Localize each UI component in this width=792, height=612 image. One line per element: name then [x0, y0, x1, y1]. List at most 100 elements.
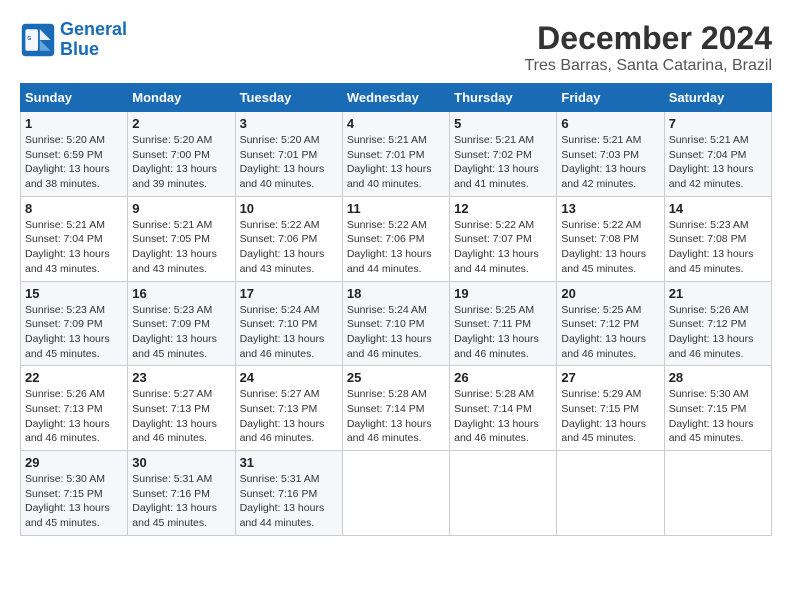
calendar-cell: 6 Sunrise: 5:21 AM Sunset: 7:03 PM Dayli…: [557, 112, 664, 197]
calendar-cell: 1 Sunrise: 5:20 AM Sunset: 6:59 PM Dayli…: [21, 112, 128, 197]
calendar-body: 1 Sunrise: 5:20 AM Sunset: 6:59 PM Dayli…: [21, 112, 772, 536]
day-detail: Sunrise: 5:23 AM Sunset: 7:09 PM Dayligh…: [132, 303, 230, 362]
calendar-week-row: 8 Sunrise: 5:21 AM Sunset: 7:04 PM Dayli…: [21, 196, 772, 281]
calendar-cell: 2 Sunrise: 5:20 AM Sunset: 7:00 PM Dayli…: [128, 112, 235, 197]
day-detail: Sunrise: 5:27 AM Sunset: 7:13 PM Dayligh…: [132, 387, 230, 446]
day-detail: Sunrise: 5:20 AM Sunset: 7:00 PM Dayligh…: [132, 133, 230, 192]
day-detail: Sunrise: 5:25 AM Sunset: 7:12 PM Dayligh…: [561, 303, 659, 362]
header-tuesday: Tuesday: [235, 84, 342, 112]
day-detail: Sunrise: 5:23 AM Sunset: 7:09 PM Dayligh…: [25, 303, 123, 362]
day-detail: Sunrise: 5:25 AM Sunset: 7:11 PM Dayligh…: [454, 303, 552, 362]
calendar-cell: 30 Sunrise: 5:31 AM Sunset: 7:16 PM Dayl…: [128, 451, 235, 536]
day-detail: Sunrise: 5:21 AM Sunset: 7:04 PM Dayligh…: [669, 133, 767, 192]
header-thursday: Thursday: [450, 84, 557, 112]
calendar-cell: 5 Sunrise: 5:21 AM Sunset: 7:02 PM Dayli…: [450, 112, 557, 197]
day-number: 4: [347, 116, 445, 131]
logo: G General Blue: [20, 20, 127, 60]
day-number: 27: [561, 370, 659, 385]
day-number: 6: [561, 116, 659, 131]
day-number: 19: [454, 286, 552, 301]
day-detail: Sunrise: 5:21 AM Sunset: 7:02 PM Dayligh…: [454, 133, 552, 192]
day-detail: Sunrise: 5:26 AM Sunset: 7:13 PM Dayligh…: [25, 387, 123, 446]
calendar-cell: 17 Sunrise: 5:24 AM Sunset: 7:10 PM Dayl…: [235, 281, 342, 366]
day-number: 15: [25, 286, 123, 301]
svg-text:G: G: [27, 36, 31, 42]
calendar-cell: 16 Sunrise: 5:23 AM Sunset: 7:09 PM Dayl…: [128, 281, 235, 366]
day-detail: Sunrise: 5:31 AM Sunset: 7:16 PM Dayligh…: [132, 472, 230, 531]
calendar-week-row: 1 Sunrise: 5:20 AM Sunset: 6:59 PM Dayli…: [21, 112, 772, 197]
calendar-cell: 26 Sunrise: 5:28 AM Sunset: 7:14 PM Dayl…: [450, 366, 557, 451]
day-detail: Sunrise: 5:23 AM Sunset: 7:08 PM Dayligh…: [669, 218, 767, 277]
day-number: 31: [240, 455, 338, 470]
day-number: 28: [669, 370, 767, 385]
calendar-cell: 14 Sunrise: 5:23 AM Sunset: 7:08 PM Dayl…: [664, 196, 771, 281]
calendar-cell: 23 Sunrise: 5:27 AM Sunset: 7:13 PM Dayl…: [128, 366, 235, 451]
day-number: 10: [240, 201, 338, 216]
day-number: 17: [240, 286, 338, 301]
day-number: 9: [132, 201, 230, 216]
calendar-table: Sunday Monday Tuesday Wednesday Thursday…: [20, 83, 772, 536]
calendar-cell: 22 Sunrise: 5:26 AM Sunset: 7:13 PM Dayl…: [21, 366, 128, 451]
day-number: 1: [25, 116, 123, 131]
day-detail: Sunrise: 5:24 AM Sunset: 7:10 PM Dayligh…: [347, 303, 445, 362]
day-number: 20: [561, 286, 659, 301]
day-number: 23: [132, 370, 230, 385]
day-number: 25: [347, 370, 445, 385]
logo-icon: G: [20, 22, 56, 58]
day-detail: Sunrise: 5:24 AM Sunset: 7:10 PM Dayligh…: [240, 303, 338, 362]
day-detail: Sunrise: 5:22 AM Sunset: 7:08 PM Dayligh…: [561, 218, 659, 277]
day-number: 21: [669, 286, 767, 301]
day-detail: Sunrise: 5:22 AM Sunset: 7:06 PM Dayligh…: [240, 218, 338, 277]
day-detail: Sunrise: 5:20 AM Sunset: 6:59 PM Dayligh…: [25, 133, 123, 192]
day-number: 2: [132, 116, 230, 131]
page-wrapper: G General Blue December 2024 Tres Barras…: [20, 20, 772, 536]
calendar-cell: 13 Sunrise: 5:22 AM Sunset: 7:08 PM Dayl…: [557, 196, 664, 281]
header-friday: Friday: [557, 84, 664, 112]
calendar-week-row: 22 Sunrise: 5:26 AM Sunset: 7:13 PM Dayl…: [21, 366, 772, 451]
day-number: 22: [25, 370, 123, 385]
day-detail: Sunrise: 5:22 AM Sunset: 7:06 PM Dayligh…: [347, 218, 445, 277]
day-detail: Sunrise: 5:29 AM Sunset: 7:15 PM Dayligh…: [561, 387, 659, 446]
day-detail: Sunrise: 5:21 AM Sunset: 7:01 PM Dayligh…: [347, 133, 445, 192]
header-area: G General Blue December 2024 Tres Barras…: [20, 20, 772, 75]
day-detail: Sunrise: 5:21 AM Sunset: 7:05 PM Dayligh…: [132, 218, 230, 277]
location-title: Tres Barras, Santa Catarina, Brazil: [525, 57, 773, 75]
day-detail: Sunrise: 5:26 AM Sunset: 7:12 PM Dayligh…: [669, 303, 767, 362]
header-sunday: Sunday: [21, 84, 128, 112]
day-number: 18: [347, 286, 445, 301]
calendar-cell: [342, 451, 449, 536]
calendar-cell: 9 Sunrise: 5:21 AM Sunset: 7:05 PM Dayli…: [128, 196, 235, 281]
day-number: 13: [561, 201, 659, 216]
calendar-cell: [557, 451, 664, 536]
calendar-cell: 3 Sunrise: 5:20 AM Sunset: 7:01 PM Dayli…: [235, 112, 342, 197]
logo-text: General Blue: [60, 20, 127, 60]
calendar-week-row: 15 Sunrise: 5:23 AM Sunset: 7:09 PM Dayl…: [21, 281, 772, 366]
day-detail: Sunrise: 5:21 AM Sunset: 7:04 PM Dayligh…: [25, 218, 123, 277]
month-title: December 2024: [525, 20, 773, 57]
day-detail: Sunrise: 5:30 AM Sunset: 7:15 PM Dayligh…: [669, 387, 767, 446]
calendar-cell: [450, 451, 557, 536]
calendar-cell: 31 Sunrise: 5:31 AM Sunset: 7:16 PM Dayl…: [235, 451, 342, 536]
calendar-cell: 29 Sunrise: 5:30 AM Sunset: 7:15 PM Dayl…: [21, 451, 128, 536]
day-number: 5: [454, 116, 552, 131]
day-number: 12: [454, 201, 552, 216]
day-detail: Sunrise: 5:22 AM Sunset: 7:07 PM Dayligh…: [454, 218, 552, 277]
header-saturday: Saturday: [664, 84, 771, 112]
day-number: 8: [25, 201, 123, 216]
calendar-cell: 11 Sunrise: 5:22 AM Sunset: 7:06 PM Dayl…: [342, 196, 449, 281]
header-monday: Monday: [128, 84, 235, 112]
day-number: 24: [240, 370, 338, 385]
day-detail: Sunrise: 5:28 AM Sunset: 7:14 PM Dayligh…: [454, 387, 552, 446]
calendar-cell: 12 Sunrise: 5:22 AM Sunset: 7:07 PM Dayl…: [450, 196, 557, 281]
calendar-cell: 28 Sunrise: 5:30 AM Sunset: 7:15 PM Dayl…: [664, 366, 771, 451]
day-detail: Sunrise: 5:30 AM Sunset: 7:15 PM Dayligh…: [25, 472, 123, 531]
day-number: 14: [669, 201, 767, 216]
day-detail: Sunrise: 5:20 AM Sunset: 7:01 PM Dayligh…: [240, 133, 338, 192]
calendar-week-row: 29 Sunrise: 5:30 AM Sunset: 7:15 PM Dayl…: [21, 451, 772, 536]
day-detail: Sunrise: 5:27 AM Sunset: 7:13 PM Dayligh…: [240, 387, 338, 446]
calendar-cell: 25 Sunrise: 5:28 AM Sunset: 7:14 PM Dayl…: [342, 366, 449, 451]
day-number: 29: [25, 455, 123, 470]
calendar-cell: 27 Sunrise: 5:29 AM Sunset: 7:15 PM Dayl…: [557, 366, 664, 451]
calendar-cell: 21 Sunrise: 5:26 AM Sunset: 7:12 PM Dayl…: [664, 281, 771, 366]
calendar-cell: 20 Sunrise: 5:25 AM Sunset: 7:12 PM Dayl…: [557, 281, 664, 366]
